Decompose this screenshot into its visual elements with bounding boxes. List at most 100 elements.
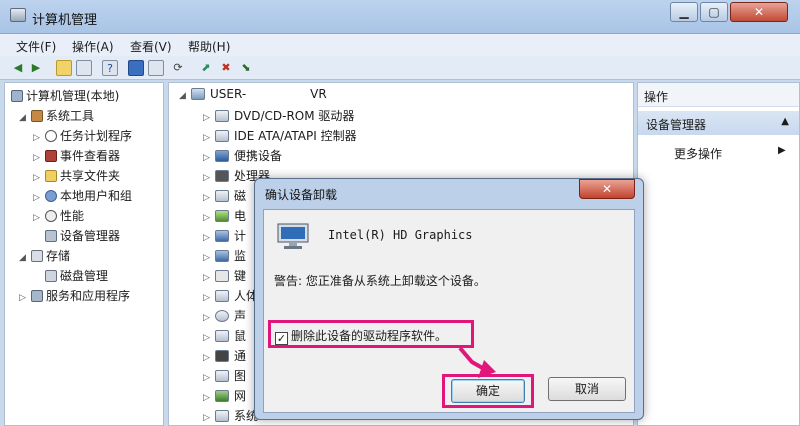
disk-drive-icon xyxy=(215,190,229,202)
navigation-tree: 计算机管理(本地) ◢ 系统工具 ▷ 任务计划程序 ▷ 事件查看器 ▷ 共享文件夹 ▷ 本… xyxy=(4,82,164,426)
device-manager-icon xyxy=(45,230,57,242)
tree-storage[interactable]: ◢ 存储 xyxy=(19,247,70,264)
device-system[interactable]: ▷ 系统 xyxy=(203,407,258,424)
tools-icon xyxy=(31,110,43,122)
collapse-arrow-icon[interactable]: ◢ xyxy=(179,91,187,101)
maximize-button[interactable]: ▢ xyxy=(700,2,728,22)
device-name: Intel(R) HD Graphics xyxy=(328,228,473,242)
tree-services[interactable]: ▷ 服务和应用程序 xyxy=(19,287,130,304)
tree-system-tools[interactable]: ◢ 系统工具 xyxy=(19,107,94,124)
title-bar: 计算机管理 ▁ ▢ ✕ xyxy=(0,0,800,34)
actions-header: 操作 xyxy=(638,83,799,107)
minimize-button[interactable]: ▁ xyxy=(670,2,698,22)
more-actions-link[interactable]: 更多操作 xyxy=(674,145,722,162)
dialog-title: 确认设备卸载 xyxy=(265,188,338,202)
tree-device-manager[interactable]: 设备管理器 xyxy=(45,227,120,244)
menu-file[interactable]: 文件(F) xyxy=(16,38,56,55)
hid-icon xyxy=(215,290,229,302)
battery-icon xyxy=(215,210,229,222)
menu-action[interactable]: 操作(A) xyxy=(72,38,114,55)
window-title: 计算机管理 xyxy=(32,13,98,28)
device-usb[interactable]: ▷ 通 xyxy=(203,347,246,364)
collapse-up-icon[interactable]: ▲ xyxy=(781,116,789,127)
cancel-button[interactable]: 取消 xyxy=(548,377,626,401)
forward-icon[interactable]: ▶ xyxy=(28,60,44,76)
actions-section[interactable]: 设备管理器 ▲ xyxy=(638,111,799,135)
menu-help[interactable]: 帮助(H) xyxy=(188,38,230,55)
tree-root[interactable]: 计算机管理(本地) xyxy=(11,87,119,104)
delete-driver-checkbox-highlight: ✓ 删除此设备的驱动程序软件。 xyxy=(268,320,474,348)
close-button[interactable]: ✕ xyxy=(730,2,788,22)
portable-device-icon xyxy=(215,150,229,162)
back-icon[interactable]: ◀ xyxy=(10,60,26,76)
tree-shared-folders[interactable]: ▷ 共享文件夹 xyxy=(33,167,120,184)
properties-icon[interactable] xyxy=(128,60,144,76)
computer-icon xyxy=(191,88,205,100)
expand-arrow-icon[interactable]: ▷ xyxy=(33,153,41,163)
device-computer[interactable]: ▷ 计 xyxy=(203,227,246,244)
usb-icon xyxy=(215,350,229,362)
ok-button[interactable]: 确定 xyxy=(451,379,525,403)
disk-icon xyxy=(45,270,57,282)
processor-icon xyxy=(215,170,229,182)
device-portable[interactable]: ▷ 便携设备 xyxy=(203,147,282,164)
services-icon xyxy=(31,290,43,302)
menu-bar: 文件(F) 操作(A) 查看(V) 帮助(H) xyxy=(0,34,800,56)
mouse-icon xyxy=(215,330,229,342)
view-icon[interactable] xyxy=(76,60,92,76)
update-driver-icon[interactable]: ⟳ xyxy=(170,60,186,76)
help-icon[interactable]: ? xyxy=(102,60,118,76)
enable-icon[interactable]: ⬊ xyxy=(238,60,254,76)
network-icon xyxy=(215,390,229,402)
device-ide[interactable]: ▷ IDE ATA/ATAPI 控制器 xyxy=(203,127,357,144)
device-battery[interactable]: ▷ 电 xyxy=(203,207,246,224)
storage-icon xyxy=(31,250,43,262)
warning-text: 警告: 您正准备从系统上卸载这个设备。 xyxy=(274,274,486,288)
device-network[interactable]: ▷ 网 xyxy=(203,387,246,404)
device-mouse[interactable]: ▷ 鼠 xyxy=(203,327,246,344)
sound-icon xyxy=(215,310,229,322)
computer-icon xyxy=(11,90,23,102)
uninstall-icon[interactable]: ✖ xyxy=(218,60,234,76)
device-sound[interactable]: ▷ 声 xyxy=(203,307,246,324)
tree-event-viewer[interactable]: ▷ 事件查看器 xyxy=(33,147,120,164)
expand-arrow-icon[interactable]: ▷ xyxy=(33,213,41,223)
expand-arrow-icon[interactable]: ▷ xyxy=(33,173,41,183)
collapse-arrow-icon[interactable]: ◢ xyxy=(19,253,27,263)
menu-view[interactable]: 查看(V) xyxy=(130,38,172,55)
device-imaging[interactable]: ▷ 图 xyxy=(203,367,246,384)
shared-folder-icon xyxy=(45,170,57,182)
collapse-arrow-icon[interactable]: ◢ xyxy=(19,113,27,123)
scan-icon[interactable] xyxy=(148,60,164,76)
expand-arrow-icon[interactable]: ▷ xyxy=(33,133,41,143)
tree-performance[interactable]: ▷ 性能 xyxy=(33,207,84,224)
device-root[interactable]: ◢ USER- VR xyxy=(179,87,327,101)
event-viewer-icon xyxy=(45,150,57,162)
expand-arrow-icon[interactable]: ▷ xyxy=(33,193,41,203)
disable-icon[interactable]: ⬈ xyxy=(198,60,214,76)
device-hid[interactable]: ▷ 人体 xyxy=(203,287,258,304)
keyboard-icon xyxy=(215,270,229,282)
computer-icon xyxy=(215,230,229,242)
actions-pane: 操作 设备管理器 ▲ 更多操作 ▶ xyxy=(637,82,800,426)
folder-icon[interactable] xyxy=(56,60,72,76)
device-disk[interactable]: ▷ 磁 xyxy=(203,187,246,204)
users-icon xyxy=(45,190,57,202)
device-dvd[interactable]: ▷ DVD/CD-ROM 驱动器 xyxy=(203,107,354,124)
ide-controller-icon xyxy=(215,130,229,142)
device-monitor[interactable]: ▷ 监 xyxy=(203,247,246,264)
dialog-close-button[interactable]: ✕ xyxy=(579,179,635,199)
tree-task-scheduler[interactable]: ▷ 任务计划程序 xyxy=(33,127,132,144)
system-device-icon xyxy=(215,410,229,422)
delete-driver-checkbox[interactable]: ✓ xyxy=(275,332,288,345)
toolbar: ◀ ▶ ? ⟳ ⬈ ✖ ⬊ xyxy=(0,56,800,80)
clock-icon xyxy=(45,130,57,142)
delete-driver-label[interactable]: 删除此设备的驱动程序软件。 xyxy=(291,329,447,343)
device-keyboard[interactable]: ▷ 键 xyxy=(203,267,246,284)
tree-disk-management[interactable]: 磁盘管理 xyxy=(45,267,108,284)
camera-icon xyxy=(215,370,229,382)
display-adapter-icon xyxy=(277,223,309,249)
submenu-arrow-icon[interactable]: ▶ xyxy=(778,145,786,156)
tree-local-users[interactable]: ▷ 本地用户和组 xyxy=(33,187,132,204)
expand-arrow-icon[interactable]: ▷ xyxy=(19,293,27,303)
